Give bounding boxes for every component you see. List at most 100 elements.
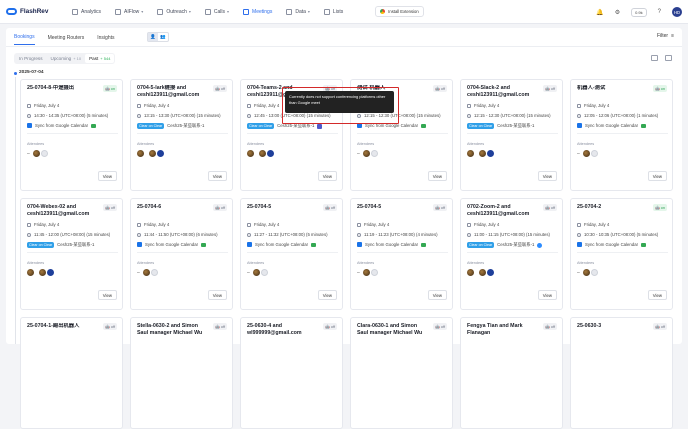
attendee-avatar[interactable]	[582, 269, 590, 276]
recording-status-badge[interactable]: 🤖 off	[323, 323, 337, 330]
tab-bookings[interactable]: Bookings	[14, 30, 35, 45]
nav-item-data[interactable]: Data ▾	[286, 0, 310, 24]
segment-in-progress[interactable]: In Progress	[15, 54, 47, 63]
attendee-avatar[interactable]	[267, 150, 274, 157]
nav-item-aiflow[interactable]: AIFlow ▾	[115, 0, 143, 24]
attendee-avatar[interactable]	[247, 150, 254, 157]
attendee-avatar[interactable]	[150, 269, 158, 276]
recording-status-badge[interactable]: 🤖 on	[653, 204, 667, 211]
tab-meeting-routers[interactable]: Meeting Routers	[48, 30, 85, 45]
meeting-card[interactable]: 0704-5-lark链接 and ceshi123911@gmail.com 🤖…	[130, 79, 233, 191]
view-button[interactable]: View	[537, 290, 557, 300]
settings-gear-icon[interactable]: ⚙	[615, 9, 620, 16]
meeting-card[interactable]: 25-0630-3 🤖 off	[570, 317, 673, 429]
recording-status-badge[interactable]: 🤖 on	[103, 85, 117, 92]
attendee-avatar[interactable]	[370, 150, 378, 157]
attendee-avatar[interactable]	[149, 150, 156, 157]
attendee-avatar[interactable]	[467, 150, 474, 157]
attendee-avatar[interactable]	[157, 150, 164, 157]
recording-status-badge[interactable]: 🤖 off	[103, 204, 117, 211]
meeting-card[interactable]: 25-0704-6 🤖 off Friday, July 4 11:44 - 11:50…	[130, 198, 233, 310]
meeting-card[interactable]: 机器人-测试 🤖 on Friday, July 4 12:05 - 12:06 (UT…	[570, 79, 673, 191]
meeting-card[interactable]: 25-0704-5 🤖 off Friday, July 4 11:19 - 11:23…	[350, 198, 453, 310]
view-button[interactable]: View	[207, 290, 227, 300]
clock-badge[interactable]: 0.9k	[631, 7, 647, 17]
recording-status-badge[interactable]: 🤖 off	[543, 323, 557, 330]
grid-view-icon[interactable]	[651, 55, 658, 61]
view-button[interactable]: View	[647, 171, 667, 181]
view-button[interactable]: View	[427, 290, 447, 300]
attendee-avatar[interactable]	[252, 269, 260, 276]
view-button[interactable]: View	[97, 171, 117, 181]
view-button[interactable]: View	[317, 290, 337, 300]
recording-status-badge[interactable]: 🤖 off	[213, 85, 227, 92]
user-avatar[interactable]: HD	[672, 7, 682, 17]
view-button[interactable]: View	[317, 171, 337, 181]
recording-status-badge[interactable]: 🤖 off	[323, 204, 337, 211]
recording-status-badge[interactable]: 🤖 off	[543, 204, 557, 211]
attendee-avatar[interactable]	[479, 269, 486, 276]
meeting-card[interactable]: 25-0704-5 🤖 off Friday, July 4 11:27 - 11:32…	[240, 198, 343, 310]
meeting-card[interactable]: Fengya Tian and Mark Flanagan 🤖 off	[460, 317, 563, 429]
attendee-avatar[interactable]	[590, 269, 598, 276]
nav-label: Calls	[213, 8, 226, 15]
view-button[interactable]: View	[427, 171, 447, 181]
meeting-card[interactable]: 25-0704-8-中途摄出 🤖 on Friday, July 4 14:30 - 1…	[20, 79, 123, 191]
attendee-avatar[interactable]	[467, 269, 474, 276]
filter-button[interactable]: Filter ≡	[657, 33, 674, 39]
install-extension-button[interactable]: Install Extension	[375, 6, 424, 17]
team-view-icon[interactable]: 👥	[158, 33, 168, 41]
meeting-card[interactable]: 25-0630-4 and wl999999@gmail.com 🤖 off	[240, 317, 343, 429]
attendee-avatar[interactable]	[142, 269, 150, 276]
view-button[interactable]: View	[207, 171, 227, 181]
meeting-card[interactable]: 25-0704-1-踢出机器人 🤖 off	[20, 317, 123, 429]
notification-bell-icon[interactable]: 🔔	[596, 9, 603, 16]
attendee-avatar[interactable]	[27, 269, 34, 276]
view-button[interactable]: View	[97, 290, 117, 300]
recording-status-badge[interactable]: 🤖 off	[213, 204, 227, 211]
attendee-avatar[interactable]	[47, 269, 54, 276]
nav-item-calls[interactable]: Calls ▾	[204, 0, 229, 24]
nav-item-lists[interactable]: Lists	[323, 0, 343, 24]
recording-status-badge[interactable]: 🤖 off	[213, 323, 227, 330]
recording-status-badge[interactable]: 🤖 off	[433, 204, 447, 211]
nav-item-outreach[interactable]: Outreach ▾	[157, 0, 191, 24]
attendee-avatar[interactable]	[370, 269, 378, 276]
meeting-card[interactable]: 0704-Webex-02 and ceshi123911@gmail.com 🤖…	[20, 198, 123, 310]
attendee-avatar[interactable]	[479, 150, 486, 157]
recording-status-badge[interactable]: 🤖 off	[653, 323, 667, 330]
meeting-card[interactable]: Clara-0630-1 and Simon Saul manager Mich…	[350, 317, 453, 429]
meeting-card[interactable]: Stella-0630-2 and Simon Saul manager Mic…	[130, 317, 233, 429]
attendee-avatar[interactable]	[137, 150, 144, 157]
attendee-avatar[interactable]	[487, 269, 494, 276]
attendee-avatar[interactable]	[259, 150, 266, 157]
attendee-avatar[interactable]	[39, 269, 46, 276]
meeting-card[interactable]: 0702-Zoom-2 and ceshi123911@gmail.com 🤖 of…	[460, 198, 563, 310]
view-button[interactable]: View	[647, 290, 667, 300]
attendee-avatar[interactable]	[260, 269, 268, 276]
attendee-avatar[interactable]	[582, 150, 590, 157]
attendee-avatar[interactable]	[590, 150, 598, 157]
segment-past[interactable]: Past + 544	[85, 54, 115, 63]
logo[interactable]: FlashRev	[6, 8, 58, 15]
tab-insights[interactable]: Insights	[97, 30, 114, 45]
recording-status-badge[interactable]: 🤖 off	[543, 85, 557, 92]
segment-upcoming[interactable]: Upcoming + 10	[47, 54, 86, 63]
nav-item-meetings[interactable]: Meetings	[243, 0, 272, 24]
nav-item-analytics[interactable]: Analytics	[72, 0, 101, 24]
help-icon[interactable]: ?	[658, 9, 661, 15]
attendee-avatar[interactable]	[487, 150, 494, 157]
recording-status-badge[interactable]: 🤖 off	[103, 323, 117, 330]
view-button[interactable]: View	[537, 171, 557, 181]
list-view-icon[interactable]	[665, 55, 672, 61]
attendee-avatar[interactable]	[32, 150, 40, 157]
meeting-card[interactable]: 0704-Slack-2 and ceshi123911@gmail.com 🤖 o…	[460, 79, 563, 191]
attendee-avatar[interactable]	[362, 150, 370, 157]
recording-status-badge[interactable]: 🤖 off	[433, 85, 447, 92]
recording-status-badge[interactable]: 🤖 on	[653, 85, 667, 92]
recording-status-badge[interactable]: 🤖 off	[433, 323, 447, 330]
meeting-card[interactable]: 25-0704-2 🤖 on Friday, July 4 10:30 - 10:35 …	[570, 198, 673, 310]
personal-view-icon[interactable]: 👤	[148, 33, 158, 41]
attendee-avatar[interactable]	[40, 150, 48, 157]
attendee-avatar[interactable]	[362, 269, 370, 276]
